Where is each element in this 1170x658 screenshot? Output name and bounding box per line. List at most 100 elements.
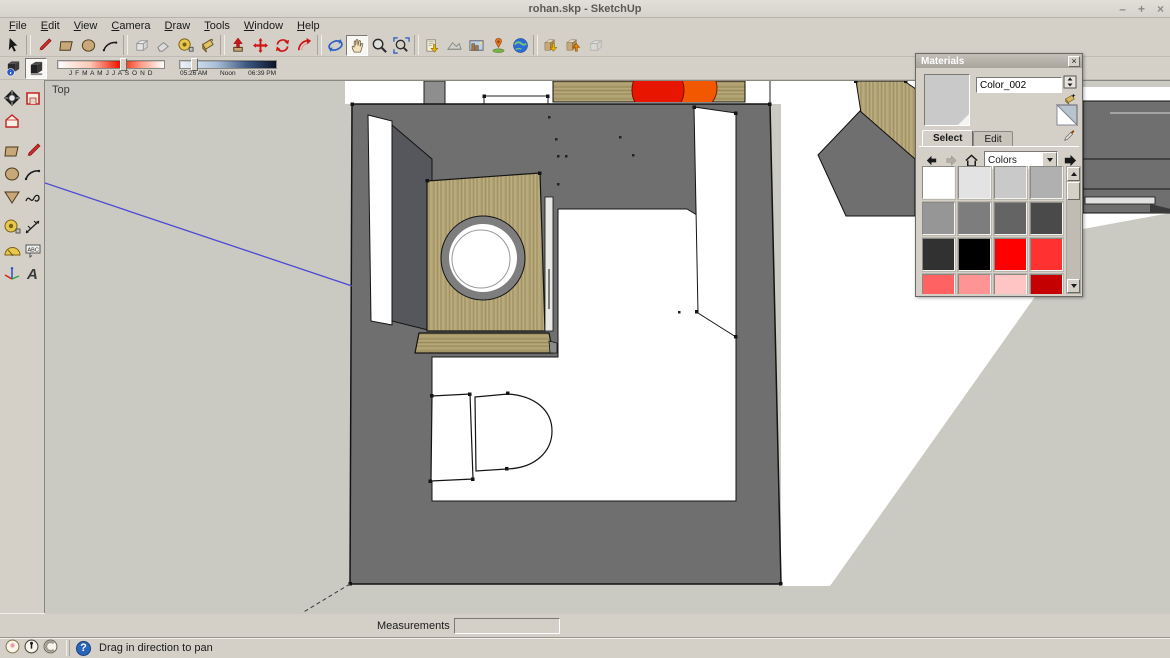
- menu-edit[interactable]: Edit: [34, 19, 67, 33]
- credit-icon[interactable]: [24, 639, 39, 657]
- color-swatch[interactable]: [994, 202, 1027, 235]
- arc-button[interactable]: [22, 163, 43, 184]
- text-button[interactable]: ABC: [22, 239, 43, 260]
- polygon-button[interactable]: [1, 186, 22, 207]
- color-swatch[interactable]: [958, 238, 991, 271]
- help-icon[interactable]: ?: [76, 641, 91, 656]
- move-icon: [252, 37, 269, 54]
- color-swatch[interactable]: [994, 274, 1027, 294]
- color-swatch[interactable]: [1030, 202, 1063, 235]
- rectangle-button[interactable]: [55, 35, 77, 56]
- color-swatch[interactable]: [994, 166, 1027, 199]
- google-earth-button[interactable]: [509, 35, 531, 56]
- menu-bar: FileEditViewCameraDrawToolsWindowHelp: [0, 18, 1170, 34]
- get-models-button[interactable]: [540, 35, 562, 56]
- material-name-input[interactable]: [976, 77, 1062, 93]
- color-swatch[interactable]: [994, 238, 1027, 271]
- door-panel[interactable]: [368, 115, 392, 325]
- swatch-scrollbar[interactable]: [1066, 166, 1081, 294]
- menu-window[interactable]: Window: [237, 19, 290, 33]
- secondary-pane-icon[interactable]: [1062, 74, 1078, 90]
- protractor-button[interactable]: [1, 239, 22, 260]
- color-swatch[interactable]: [922, 166, 955, 199]
- menu-help[interactable]: Help: [290, 19, 327, 33]
- right-wall-top[interactable]: [694, 107, 736, 337]
- color-swatch[interactable]: [958, 274, 991, 294]
- tape-measure-button[interactable]: [174, 35, 196, 56]
- default-material-icon[interactable]: [1056, 104, 1078, 126]
- front-view-button[interactable]: [22, 87, 43, 108]
- 3d-text-button[interactable]: A: [22, 262, 43, 283]
- move-button[interactable]: [249, 35, 271, 56]
- color-swatch[interactable]: [922, 202, 955, 235]
- shadow-toggle-button[interactable]: [25, 58, 47, 79]
- line-button[interactable]: [33, 35, 55, 56]
- menu-camera[interactable]: Camera: [104, 19, 157, 33]
- color-swatch[interactable]: [958, 166, 991, 199]
- add-location-button[interactable]: [487, 35, 509, 56]
- color-swatch[interactable]: [1030, 166, 1063, 199]
- share-models-button[interactable]: [562, 35, 584, 56]
- shadow-dialog-button[interactable]: [2, 58, 24, 79]
- scroll-thumb[interactable]: [1067, 182, 1080, 200]
- rectangle-button[interactable]: [1, 140, 22, 161]
- scroll-down-icon[interactable]: [1067, 279, 1080, 293]
- color-swatch[interactable]: [1030, 274, 1063, 294]
- color-swatch[interactable]: [922, 274, 955, 294]
- axes-button[interactable]: [1, 262, 22, 283]
- iso-view-button[interactable]: [1, 110, 22, 131]
- color-swatch[interactable]: [922, 238, 955, 271]
- push-pull-button[interactable]: [227, 35, 249, 56]
- geolocation-icon[interactable]: [5, 639, 20, 657]
- scroll-up-icon[interactable]: [1067, 167, 1080, 181]
- make-component-button[interactable]: [130, 35, 152, 56]
- toggle-terrain-button[interactable]: [443, 35, 465, 56]
- color-swatch[interactable]: [1030, 238, 1063, 271]
- tab-edit[interactable]: Edit: [973, 131, 1012, 147]
- circle-button[interactable]: [1, 163, 22, 184]
- menu-view[interactable]: View: [67, 19, 105, 33]
- materials-panel-titlebar[interactable]: Materials ×: [916, 54, 1082, 68]
- washing-machine[interactable]: [415, 173, 557, 353]
- minimize-icon[interactable]: –: [1119, 4, 1126, 14]
- close-icon[interactable]: ×: [1157, 4, 1164, 14]
- photo-textures-button[interactable]: [465, 35, 487, 56]
- circle-button[interactable]: [77, 35, 99, 56]
- toilet-tank[interactable]: [431, 394, 473, 481]
- share-component-button[interactable]: [584, 35, 606, 56]
- orbit-button[interactable]: [324, 35, 346, 56]
- menu-tools[interactable]: Tools: [197, 19, 237, 33]
- room[interactable]: [350, 104, 781, 584]
- tab-select[interactable]: Select: [922, 130, 973, 147]
- zoom-extents-button[interactable]: [390, 35, 412, 56]
- tape-measure-button[interactable]: [1, 216, 22, 237]
- shadow-time-slider[interactable]: 05:26 AM Noon 06:39 PM: [179, 58, 277, 78]
- pan-button[interactable]: [346, 35, 368, 56]
- menu-file[interactable]: File: [2, 19, 34, 33]
- paint-bucket-button[interactable]: [196, 35, 218, 56]
- measurements-input[interactable]: [454, 618, 560, 634]
- materials-close-icon[interactable]: ×: [1068, 56, 1080, 67]
- color-swatch[interactable]: [958, 202, 991, 235]
- material-preview-swatch[interactable]: [924, 74, 970, 126]
- offset-button[interactable]: [293, 35, 315, 56]
- get-current-view-button[interactable]: [421, 35, 443, 56]
- shadow-date-slider[interactable]: J F M A M J J A S O N D: [57, 58, 165, 78]
- dark-side-panel[interactable]: [392, 125, 432, 331]
- select-button[interactable]: [2, 35, 24, 56]
- line-button[interactable]: [22, 140, 43, 161]
- rotate-button[interactable]: [271, 35, 293, 56]
- maximize-icon[interactable]: +: [1138, 4, 1145, 14]
- claim-icon[interactable]: [43, 639, 58, 657]
- dimension-button[interactable]: [22, 216, 43, 237]
- zoom-button[interactable]: [368, 35, 390, 56]
- sample-paint-eyedropper-icon[interactable]: [1062, 127, 1078, 143]
- machine-base[interactable]: [415, 333, 553, 353]
- eraser-button[interactable]: [152, 35, 174, 56]
- arc-button[interactable]: [99, 35, 121, 56]
- right-edge-structure[interactable]: [1083, 101, 1170, 213]
- date-slider-track: [57, 60, 165, 69]
- menu-draw[interactable]: Draw: [158, 19, 198, 33]
- freehand-button[interactable]: [22, 186, 43, 207]
- top-view-button[interactable]: [1, 87, 22, 108]
